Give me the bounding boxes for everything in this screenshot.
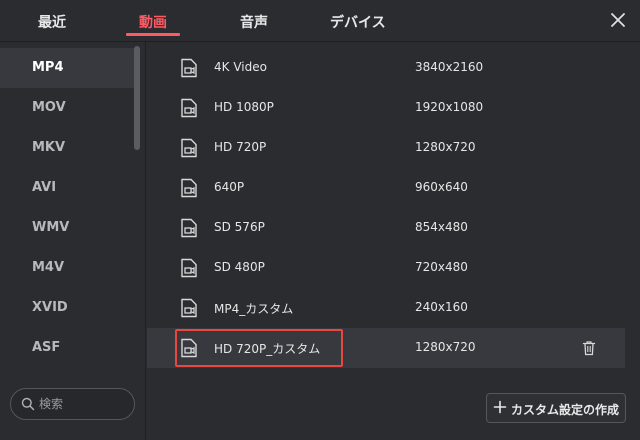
preset-name: 4K Video [214,60,267,74]
format-item-asf[interactable]: ASF [0,328,136,368]
preset-name: MP4_カスタム [214,302,294,316]
plus-icon [493,400,507,414]
video-file-icon [181,218,197,238]
video-file-icon [181,178,197,198]
preset-row-selected[interactable]: HD 720P_カスタム 1280x720 [147,328,625,368]
create-custom-label: カスタム設定の作成 [511,403,620,417]
category-tabbar: 最近 動画 音声 デバイス [0,0,640,42]
preset-row[interactable]: MP4_カスタム 240x160 [147,288,625,328]
preset-resolution: 240x160 [415,300,468,314]
format-item-m4v[interactable]: M4V [0,248,136,288]
tab-audio[interactable]: 音声 [240,12,268,34]
preset-name: HD 720P [214,140,267,154]
preset-resolution: 3840x2160 [415,60,484,74]
video-file-icon [181,338,197,358]
video-file-icon [181,258,197,278]
tab-video[interactable]: 動画 [139,12,167,34]
sidebar-scrollbar[interactable] [134,46,140,150]
preset-name: 640P [214,180,245,194]
format-dialog: 最近 動画 音声 デバイス MP4 MOV MKV AVI WMV M4V XV… [0,0,640,440]
tab-device[interactable]: デバイス [330,12,386,34]
preset-row[interactable]: SD 576P 854x480 [147,208,625,248]
preset-row[interactable]: 640P 960x640 [147,168,625,208]
tab-recent[interactable]: 最近 [38,12,66,34]
format-item-xvid[interactable]: XVID [0,288,136,328]
video-file-icon [181,138,197,158]
video-file-icon [181,98,197,118]
preset-name: HD 1080P [214,100,274,114]
preset-resolution: 854x480 [415,220,468,234]
preset-row[interactable]: SD 480P 720x480 [147,248,625,288]
search-input[interactable] [39,395,129,413]
close-button[interactable] [608,10,628,30]
search-icon [21,397,35,411]
active-tab-underline [126,33,180,36]
format-item-wmv[interactable]: WMV [0,208,136,248]
format-item-avi[interactable]: AVI [0,168,136,208]
preset-resolution: 1280x720 [415,340,476,354]
preset-name: HD 720P_カスタム [214,342,321,356]
format-item-mov[interactable]: MOV [0,88,136,128]
trash-icon[interactable] [582,340,596,356]
format-item-mp4[interactable]: MP4 [0,48,136,88]
search-box[interactable] [10,388,135,420]
preset-row[interactable]: HD 1080P 1920x1080 [147,88,625,128]
create-custom-button[interactable]: カスタム設定の作成 [486,393,626,423]
close-icon [611,13,625,27]
preset-list: 4K Video 3840x2160 HD 1080P 1920x1080 HD… [147,42,640,372]
preset-resolution: 720x480 [415,260,468,274]
video-file-icon [181,58,197,78]
format-sidebar: MP4 MOV MKV AVI WMV M4V XVID ASF [0,42,146,440]
format-item-mkv[interactable]: MKV [0,128,136,168]
preset-resolution: 960x640 [415,180,468,194]
preset-row[interactable]: 4K Video 3840x2160 [147,48,625,88]
preset-name: SD 576P [214,220,265,234]
video-file-icon [181,298,197,318]
preset-name: SD 480P [214,260,265,274]
preset-resolution: 1920x1080 [415,100,484,114]
preset-resolution: 1280x720 [415,140,476,154]
preset-row[interactable]: HD 720P 1280x720 [147,128,625,168]
